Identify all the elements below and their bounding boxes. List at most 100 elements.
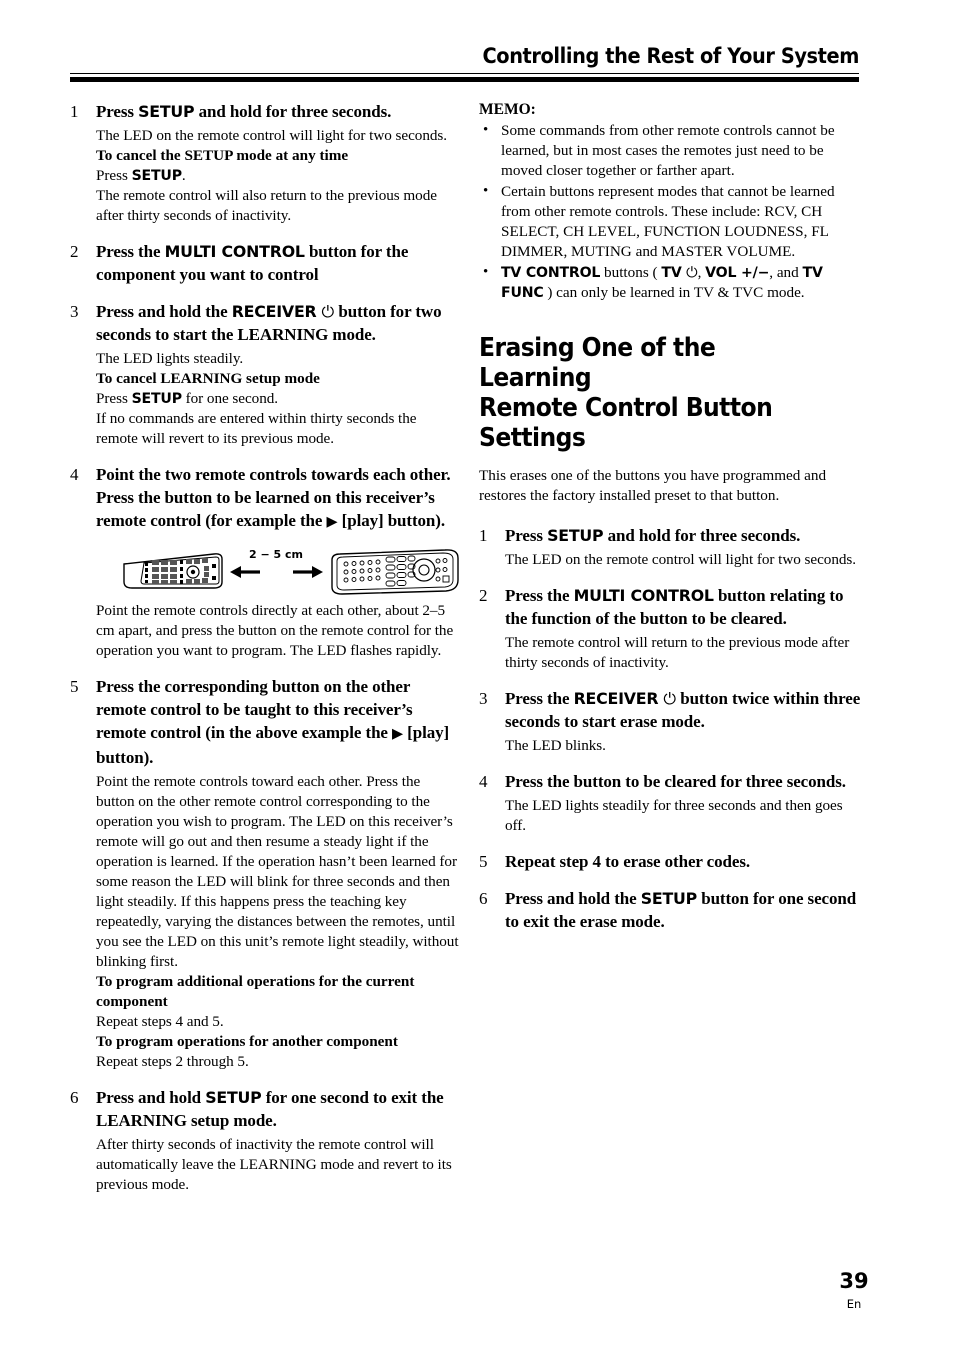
step-item: 3 Press the RECEIVER ⏻ button twice withi… [479,687,861,756]
step-body: The remote control will return to the pr… [505,633,861,673]
step-item: 1 Press SETUP and hold for three seconds.… [479,524,861,570]
step-head-text: Press the corresponding button on the ot… [96,677,413,742]
step-body-line: If no commands are entered within thirty… [96,410,417,447]
power-icon: ⏻ [658,689,677,708]
step-heading: Press and hold the RECEIVER ⏻ button for… [96,300,460,346]
step-item: 5 Repeat step 4 to erase other codes. [479,850,861,873]
step-body-line: The LED lights steadily for three second… [505,797,843,834]
step-head-text: Press [505,526,548,545]
step-heading: Point the two remote controls towards ea… [96,463,460,534]
step-number: 3 [479,689,488,708]
step-body: The LED lights steadily for three second… [505,796,861,836]
step-number: 2 [479,586,488,605]
step-item: 4 Press the button to be cleared for thre… [479,770,861,836]
step-subheading: To cancel the SETUP mode at any time [96,147,349,164]
step-head-text: Press the [505,586,574,605]
step-item: 2 Press the MULTI CONTROL button for the … [70,240,460,286]
step-subheading: To cancel LEARNING setup mode [96,370,320,387]
step-head-text: Press and hold the [96,302,232,321]
step-head-text: Repeat step 4 to erase other codes. [505,852,750,871]
button-name-setup: SETUP [205,1088,262,1107]
bullet-icon: • [483,122,489,138]
step-item: 1 Press SETUP and hold for three seconds.… [70,100,460,226]
page-number: 39 [839,1269,869,1293]
step-body: Point the remote controls directly at ea… [96,601,460,661]
button-name-setup: SETUP [547,526,604,545]
play-triangle-icon: ▶ [326,514,338,530]
step-body: Point the remote controls toward each ot… [96,772,460,1072]
step-heading: Press SETUP and hold for three seconds. [96,100,460,123]
memo-item-text: Certain buttons represent modes that can… [501,183,835,260]
step-item: 6 Press and hold the SETUP button for one… [479,887,861,933]
step-heading: Press SETUP and hold for three seconds. [505,524,861,547]
step-subheading: To program operations for another compon… [96,1033,398,1050]
header-rule-thick [70,76,859,82]
step-body-line: Press SETUP. [96,167,186,184]
step-heading: Press the RECEIVER ⏻ button twice within… [505,687,861,733]
section-heading: Erasing One of the Learning Remote Contr… [479,333,830,453]
step-heading: Press the corresponding button on the ot… [96,675,460,769]
play-triangle-icon: ▶ [392,726,404,742]
bullet-icon: • [483,264,489,280]
step-body-line: Press SETUP for one second. [96,390,279,407]
step-body-line: Repeat steps 2 through 5. [96,1053,249,1070]
memo-list-item: • Some commands from other remote control… [479,121,861,181]
step-head-text: Press the [505,689,574,708]
step-heading: Press and hold SETUP for one second to e… [96,1086,460,1132]
button-name-multi-control: MULTI CONTROL [573,586,714,605]
step-subheading: To program additional operations for the… [96,973,415,1010]
step-number: 2 [70,242,79,261]
memo-list: • Some commands from other remote control… [479,121,861,303]
right-column: MEMO: • Some commands from other remote c… [479,100,861,936]
step-head-text: Press [96,102,139,121]
button-name-setup: SETUP [131,168,182,184]
step-head-text-cont: and hold for three seconds. [194,102,392,121]
left-arrow-icon [230,566,260,578]
section-heading-line-2: Remote Control Button Settings [479,393,773,453]
left-column: 1 Press SETUP and hold for three seconds.… [70,100,460,1195]
step-head-text-cont: [play] button). [337,511,445,530]
step-head-text: Press and hold the [505,889,641,908]
step-item: 5 Press the corresponding button on the o… [70,675,460,1072]
power-icon: ⏻ [681,265,698,281]
button-name-multi-control: MULTI CONTROL [164,242,305,261]
step-heading: Press the button to be cleared for three… [505,770,861,793]
step-number: 5 [70,677,79,696]
distance-label: 2 − 5 cm [249,548,303,561]
page-language-code: En [846,1297,862,1311]
button-name-setup: SETUP [640,889,698,908]
step-number: 4 [479,772,488,791]
step-number: 1 [479,526,488,545]
learning-steps-list: 1 Press SETUP and hold for three seconds.… [70,100,460,1195]
page-header: Controlling the Rest of Your System [70,45,859,82]
step-number: 3 [70,302,79,321]
step-body: After thirty seconds of inactivity the r… [96,1135,460,1195]
bullet-icon: • [483,183,489,199]
page-footer: 39 En [824,1269,884,1312]
right-arrow-icon [293,566,323,578]
memo-block: MEMO: • Some commands from other remote c… [479,100,861,303]
memo-list-item: • Certain buttons represent modes that ca… [479,182,861,262]
step-body-line: The remote control will return to the pr… [505,634,850,671]
step-body-line: After thirty seconds of inactivity the r… [96,1136,452,1193]
step-number: 5 [479,852,488,871]
button-name-receiver: RECEIVER [573,689,659,708]
manual-page: Controlling the Rest of Your System 1 Pre… [0,0,954,1348]
step-heading: Press and hold the SETUP button for one … [505,887,861,933]
step-body-line: The LED lights steadily. [96,350,244,367]
section-intro: This erases one of the buttons you have … [479,467,827,504]
step-heading: Press the MULTI CONTROL button relating … [505,584,861,630]
step-number: 6 [70,1088,79,1107]
erasing-steps-list: 1 Press SETUP and hold for three seconds.… [479,524,861,933]
step-body-line: The LED blinks. [505,737,606,754]
button-name-tv: TV [661,265,682,281]
step-head-text: Press the [96,242,165,261]
step-item: 3 Press and hold the RECEIVER ⏻ button fo… [70,300,460,449]
memo-item-text: Some commands from other remote controls… [501,122,835,179]
step-number: 1 [70,102,79,121]
step-body: The LED blinks. [505,736,861,756]
step-head-text: Press the button to be cleared for three… [505,772,846,791]
button-name-receiver: RECEIVER [231,302,317,321]
remote-distance-illustration: 2 − 5 cm [123,548,459,595]
step-item: 4 Point the two remote controls towards e… [70,463,460,661]
